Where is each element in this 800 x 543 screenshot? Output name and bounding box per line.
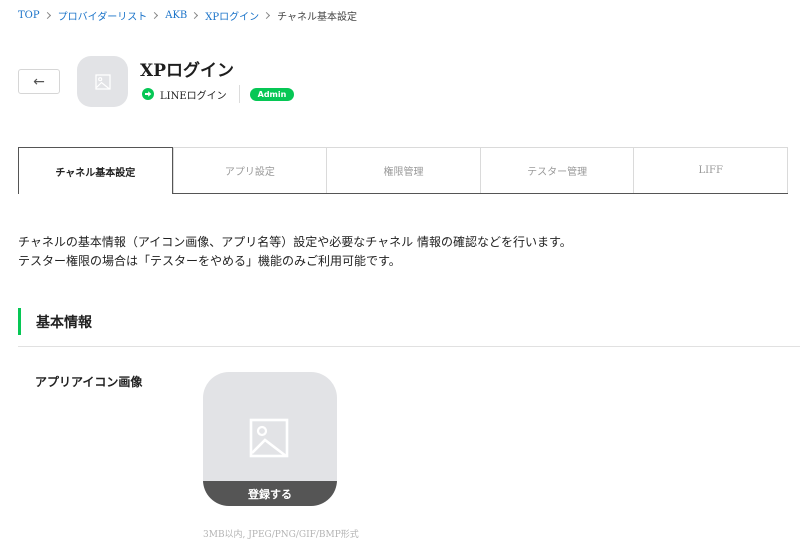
- section-accent-bar: [18, 308, 21, 335]
- chevron-right-icon: [43, 11, 51, 19]
- tab-bar: チャネル基本設定 アプリ設定 権限管理 テスター管理 LIFF: [18, 147, 788, 194]
- breadcrumb-link-channel[interactable]: XPログイン: [205, 8, 259, 23]
- role-badge: Admin: [249, 87, 295, 101]
- chevron-right-icon: [263, 11, 271, 19]
- arrow-left-icon: ←: [33, 73, 45, 90]
- chevron-right-icon: [191, 11, 199, 19]
- chevron-right-icon: [151, 11, 159, 19]
- breadcrumb: TOP プロバイダーリスト AKB XPログイン チャネル基本設定: [18, 8, 358, 23]
- login-type-label: LINEログイン: [160, 90, 227, 102]
- back-button[interactable]: ←: [18, 69, 60, 94]
- breadcrumb-link-top[interactable]: TOP: [18, 10, 40, 21]
- page-description: チャネルの基本情報（アイコン画像、アプリ名等）設定や必要なチャネル 情報の確認な…: [18, 233, 572, 271]
- divider: [238, 85, 240, 103]
- tab-underline: [172, 193, 788, 194]
- section-header-basic-info: 基本情報: [18, 308, 92, 335]
- breadcrumb-link-provider[interactable]: AKB: [165, 10, 187, 21]
- upload-button[interactable]: 登録する: [203, 481, 337, 506]
- line-arrow-icon: [142, 88, 154, 100]
- tab-tester-management[interactable]: テスター管理: [479, 148, 634, 193]
- tab-channel-basic-settings[interactable]: チャネル基本設定: [18, 147, 173, 194]
- section-divider: [18, 346, 800, 347]
- upload-hint: 3MB以内, JPEG/PNG/GIF/BMP形式: [203, 530, 359, 540]
- breadcrumb-current: チャネル基本設定: [277, 11, 358, 23]
- app-icon-upload[interactable]: 登録する: [203, 372, 337, 506]
- image-placeholder-icon: [249, 418, 289, 458]
- section-title: 基本情報: [36, 314, 92, 331]
- breadcrumb-link-provider-list[interactable]: プロバイダーリスト: [58, 8, 148, 23]
- tab-liff[interactable]: LIFF: [633, 148, 787, 193]
- channel-meta: LINEログイン Admin: [142, 85, 295, 103]
- channel-avatar: [77, 56, 128, 107]
- description-line: チャネルの基本情報（アイコン画像、アプリ名等）設定や必要なチャネル 情報の確認な…: [18, 235, 572, 249]
- app-icon-field-label: アプリアイコン画像: [35, 375, 143, 389]
- tab-app-settings[interactable]: アプリ設定: [172, 148, 327, 193]
- image-placeholder-icon: [94, 73, 111, 90]
- tab-permission-management[interactable]: 権限管理: [326, 148, 480, 193]
- description-line: テスター権限の場合は「テスターをやめる」機能のみご利用可能です。: [18, 254, 401, 268]
- page-title: XPログイン: [140, 61, 234, 81]
